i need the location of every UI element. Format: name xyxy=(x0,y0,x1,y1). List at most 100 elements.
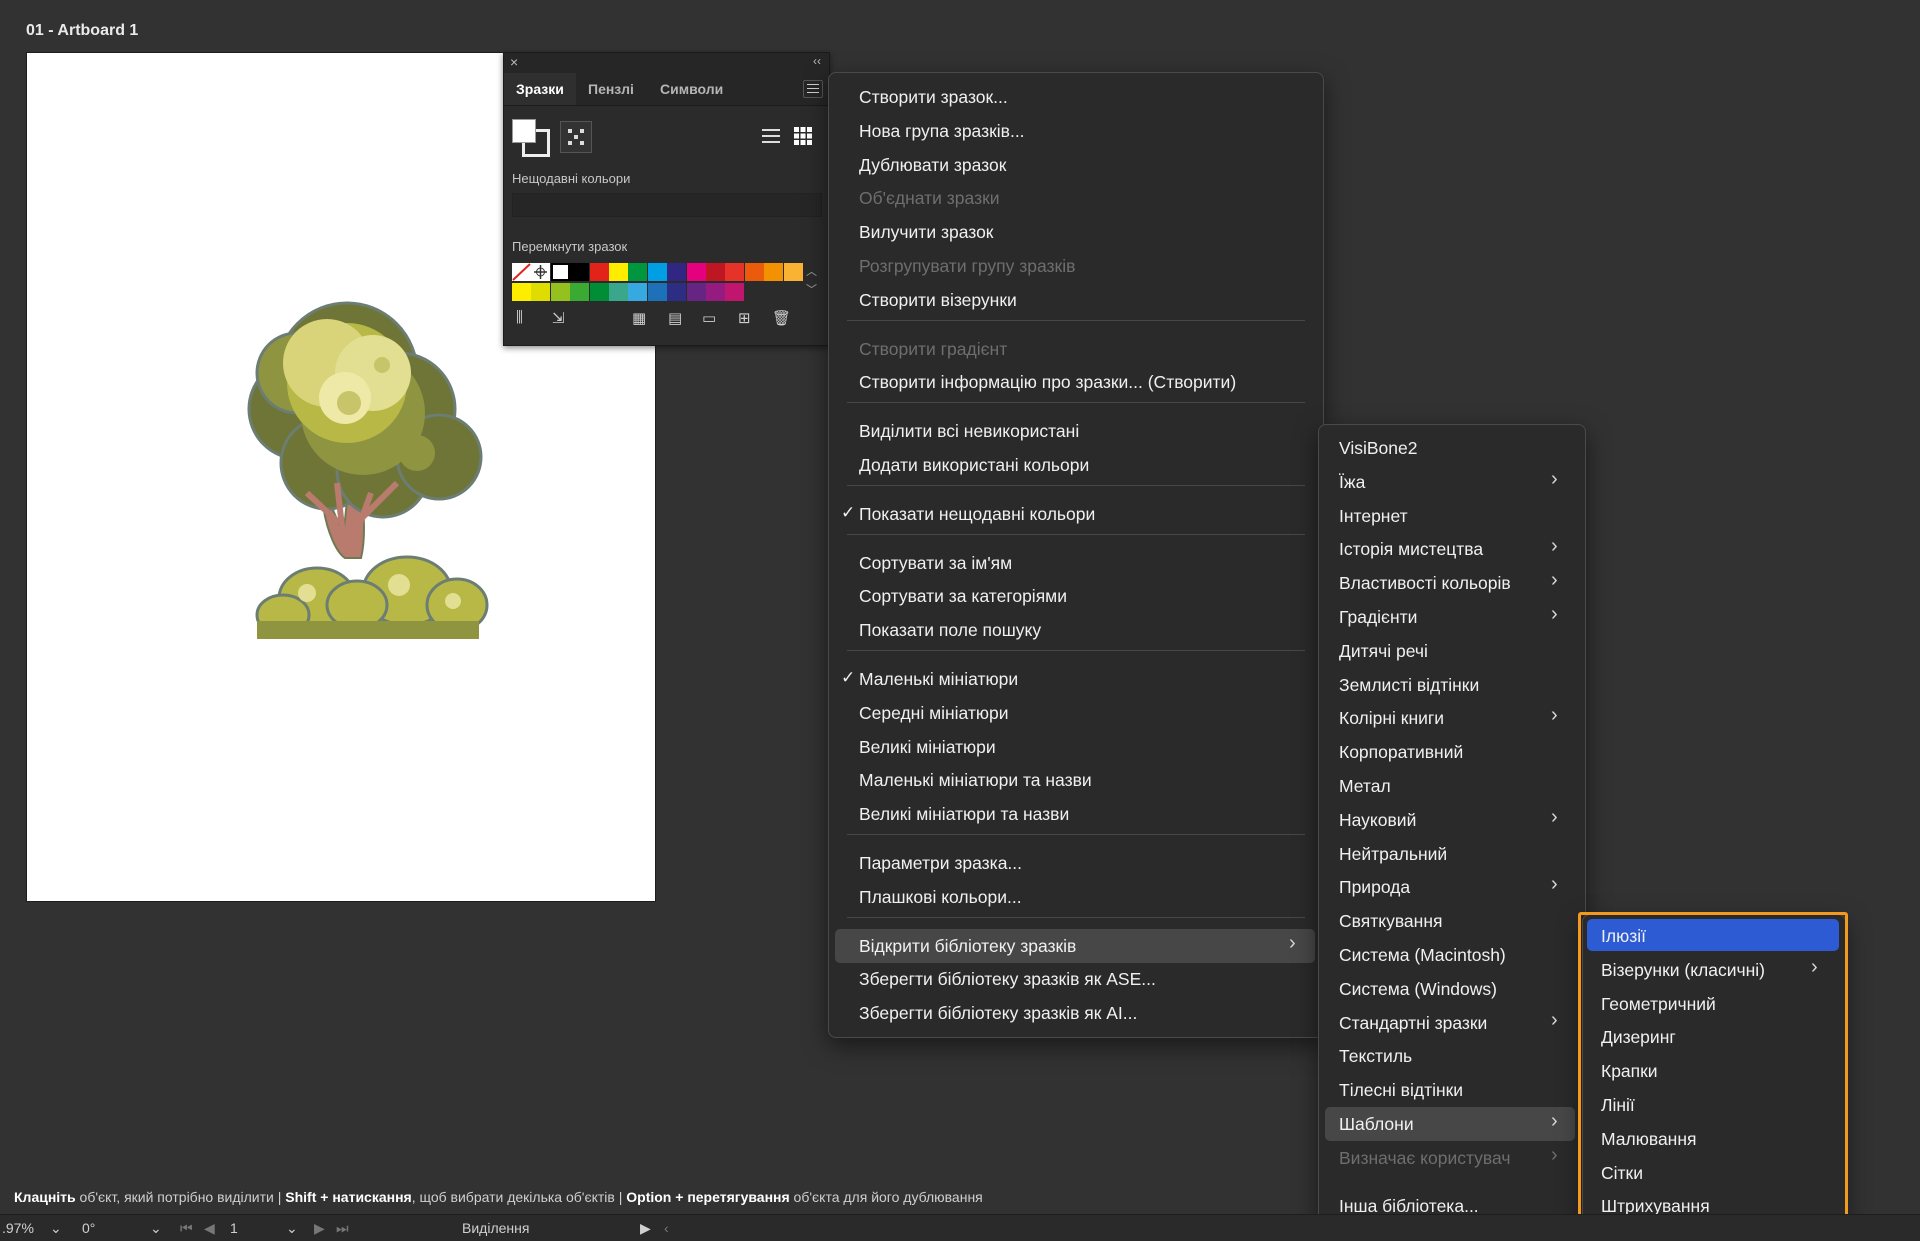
color-swatch[interactable] xyxy=(570,263,590,281)
library-menu-item[interactable]: VisiBone2 xyxy=(1339,431,1418,465)
library-menu-item[interactable]: Система (Macintosh) xyxy=(1339,938,1506,972)
library-menu-item[interactable]: Інтернет xyxy=(1339,499,1408,533)
patterns-menu-item[interactable]: Лінії xyxy=(1601,1088,1635,1122)
color-swatch[interactable] xyxy=(783,263,803,281)
list-view-icon[interactable] xyxy=(762,127,780,150)
main-menu-item[interactable]: Вилучити зразок xyxy=(859,215,993,249)
library-menu-item[interactable]: Градієнти xyxy=(1339,600,1417,634)
artboard-dropdown-icon[interactable]: ⌄ xyxy=(286,1220,298,1237)
first-artboard-icon[interactable]: ⏮ xyxy=(180,1220,193,1237)
main-menu-item[interactable]: Виділити всі невикористані xyxy=(859,414,1079,448)
color-swatch[interactable] xyxy=(550,283,570,301)
prev-artboard-icon[interactable]: ◀ xyxy=(204,1220,215,1237)
main-menu-item[interactable]: Дублювати зразок xyxy=(859,148,1006,182)
new-swatch-icon[interactable]: ⊞ xyxy=(738,309,751,327)
tab-symbols[interactable]: Символи xyxy=(660,81,723,97)
panel-menu-button[interactable] xyxy=(803,80,823,98)
patterns-menu-item[interactable]: Ілюзії xyxy=(1601,919,1646,953)
main-menu-item[interactable]: Створити зразок... xyxy=(859,80,1008,114)
main-menu-item[interactable]: Параметри зразка... xyxy=(859,846,1022,880)
main-menu-item[interactable]: Відкрити бібліотеку зразків xyxy=(859,929,1076,963)
library-menu-item[interactable]: Метал xyxy=(1339,769,1391,803)
tool-play-icon[interactable]: ▶ xyxy=(640,1220,651,1237)
tab-brushes[interactable]: Пензлі xyxy=(588,81,634,97)
tool-back-icon[interactable]: ‹ xyxy=(664,1220,669,1236)
library-menu-item[interactable]: Корпоративний xyxy=(1339,735,1463,769)
main-menu-item[interactable]: Сортувати за ім'ям xyxy=(859,546,1012,580)
library-menu-item[interactable]: Тілесні відтінки xyxy=(1339,1073,1463,1107)
fill-stroke-indicator[interactable] xyxy=(512,119,550,157)
main-menu-item[interactable]: Додати використані кольори xyxy=(859,448,1089,482)
zoom-dropdown-icon[interactable]: ⌄ xyxy=(50,1220,62,1237)
color-swatch[interactable] xyxy=(764,263,784,281)
main-menu-item[interactable]: Зберегти бібліотеку зразків як AI... xyxy=(859,996,1137,1030)
main-menu-item[interactable]: Середні мініатюри xyxy=(859,696,1009,730)
new-color-group-icon[interactable]: ▭ xyxy=(702,309,716,327)
main-menu-item[interactable]: Показати поле пошуку xyxy=(859,613,1041,647)
color-swatch[interactable] xyxy=(667,263,687,281)
color-swatch[interactable] xyxy=(706,263,725,281)
color-swatch[interactable] xyxy=(512,283,531,301)
library-menu-icon[interactable]: ⫼ xyxy=(516,309,523,326)
pattern-swatch-icon[interactable] xyxy=(560,121,592,153)
zoom-level[interactable]: .97% xyxy=(2,1220,34,1236)
rotation-dropdown-icon[interactable]: ⌄ xyxy=(150,1220,162,1237)
registration-swatch[interactable] xyxy=(531,263,551,281)
library-menu-item[interactable]: Стандартні зразки xyxy=(1339,1006,1487,1040)
color-swatch[interactable] xyxy=(706,283,725,301)
color-swatch[interactable] xyxy=(647,263,667,281)
main-menu-item[interactable]: Нова група зразків... xyxy=(859,114,1025,148)
color-swatch[interactable] xyxy=(570,283,590,301)
patterns-menu-item[interactable]: Геометричний xyxy=(1601,987,1716,1021)
grid-view-icon[interactable] xyxy=(794,127,812,150)
library-menu-item[interactable]: Текстиль xyxy=(1339,1039,1412,1073)
library-menu-item[interactable]: Землисті відтінки xyxy=(1339,668,1479,702)
library-menu-item[interactable]: Їжа xyxy=(1339,465,1365,499)
patterns-menu-item[interactable]: Сітки xyxy=(1601,1156,1643,1190)
rotation-value[interactable]: 0° xyxy=(82,1220,95,1236)
panel-titlebar[interactable]: × ‹‹ xyxy=(504,53,829,73)
main-menu-item[interactable]: Великі мініатюри xyxy=(859,730,996,764)
main-menu-item[interactable]: Створити візерунки xyxy=(859,283,1017,317)
patterns-menu-item[interactable]: Крапки xyxy=(1601,1054,1658,1088)
trash-icon[interactable]: 🗑 xyxy=(772,309,791,327)
color-swatch[interactable] xyxy=(589,263,609,281)
color-swatch[interactable] xyxy=(686,263,706,281)
main-menu-item[interactable]: Сортувати за категоріями xyxy=(859,579,1067,613)
main-menu-item[interactable]: Великі мініатюри та назви xyxy=(859,797,1069,831)
library-menu-item[interactable]: Природа xyxy=(1339,870,1410,904)
white-swatch[interactable] xyxy=(550,263,570,281)
library-menu-item[interactable]: Науковий xyxy=(1339,803,1416,837)
artboard-number[interactable]: 1 xyxy=(230,1220,238,1236)
close-icon[interactable]: × xyxy=(510,54,518,70)
collapse-icon[interactable]: ‹‹ xyxy=(813,54,821,68)
library-menu-item[interactable]: Нейтральний xyxy=(1339,837,1447,871)
color-swatch[interactable] xyxy=(609,283,628,301)
main-menu-item[interactable]: Створити інформацію про зразки... (Створ… xyxy=(859,365,1236,399)
library-menu-item[interactable]: Святкування xyxy=(1339,904,1442,938)
patterns-menu-item[interactable]: Дизеринг xyxy=(1601,1020,1676,1054)
main-menu-item[interactable]: Зберегти бібліотеку зразків як ASE... xyxy=(859,962,1156,996)
library-menu-item[interactable]: Шаблони xyxy=(1339,1107,1414,1141)
color-swatch[interactable] xyxy=(725,283,745,301)
patterns-menu-item[interactable]: Візерунки (класичні) xyxy=(1601,953,1765,987)
color-swatch[interactable] xyxy=(609,263,628,281)
place-swatch-icon[interactable]: ⇲ xyxy=(552,309,565,327)
color-swatch[interactable] xyxy=(725,263,745,281)
next-artboard-icon[interactable]: ▶ xyxy=(314,1220,325,1237)
tab-swatches[interactable]: Зразки xyxy=(516,81,564,97)
library-menu-item[interactable]: Колірні книги xyxy=(1339,701,1444,735)
main-menu-item[interactable]: Маленькі мініатюри xyxy=(859,662,1018,696)
color-swatch[interactable] xyxy=(628,283,648,301)
swatch-kinds-icon[interactable]: ▦ xyxy=(632,309,646,327)
library-menu-item[interactable]: Властивості кольорів xyxy=(1339,566,1511,600)
swatch-options-icon[interactable]: ▤ xyxy=(668,309,682,327)
library-menu-item[interactable]: Система (Windows) xyxy=(1339,972,1497,1006)
color-swatch[interactable] xyxy=(667,283,687,301)
library-menu-item[interactable]: Історія мистецтва xyxy=(1339,532,1483,566)
color-swatch[interactable] xyxy=(628,263,648,281)
color-swatch[interactable] xyxy=(686,283,706,301)
last-artboard-icon[interactable]: ⏭ xyxy=(336,1220,349,1237)
color-swatch[interactable] xyxy=(744,263,764,281)
swatch-scroll[interactable]: ︿ ﹀ xyxy=(806,263,817,299)
